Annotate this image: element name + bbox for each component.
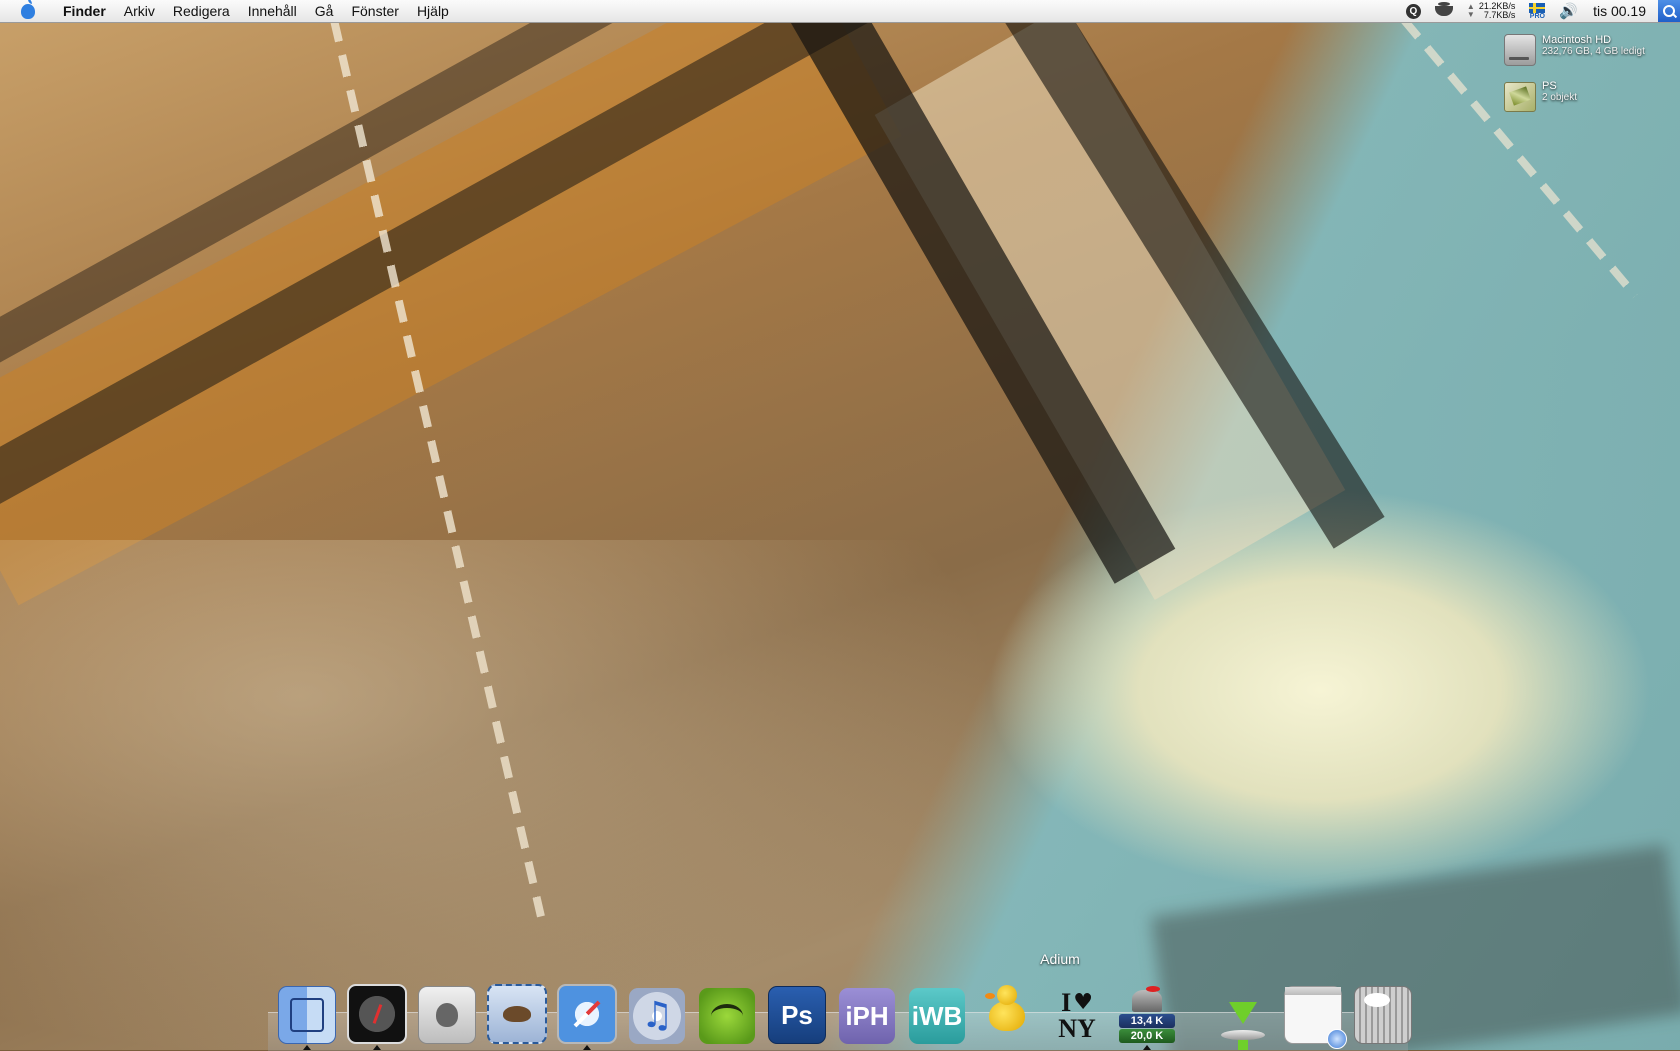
dock-item-mail[interactable] [486, 980, 548, 1044]
dock-item-iwb[interactable]: iWB [906, 980, 968, 1044]
desktop-icon-subtitle: 232,76 GB, 4 GB ledigt [1542, 46, 1645, 57]
dock-tooltip: Adium [1040, 951, 1080, 967]
volume-menu-extra[interactable]: 🔊 [1559, 2, 1578, 20]
menu-ga[interactable]: Gå [306, 0, 343, 22]
apple-icon [21, 0, 35, 19]
caffeine-menu-extra[interactable] [1434, 2, 1453, 16]
spotify-icon [699, 988, 755, 1044]
network-monitor-icon: 13,4 K 20,0 K [1119, 985, 1175, 1044]
itunes-icon: ♫ [629, 988, 685, 1044]
spotlight-icon [1663, 5, 1675, 17]
heart-icon: ♥ [1073, 990, 1093, 1015]
dock-item-finder[interactable] [276, 980, 338, 1050]
running-indicator [583, 1045, 591, 1050]
photoshop-icon: Ps [768, 986, 826, 1044]
desktop-icon-label: PS [1542, 80, 1557, 92]
desktop-icon-label: Macintosh HD [1542, 34, 1612, 46]
flag-badge: PRO [1529, 12, 1545, 20]
dock-item-downloads[interactable] [1212, 980, 1274, 1050]
iwb-label: iWB [911, 1000, 963, 1031]
iwb-icon: iWB [909, 988, 965, 1044]
menu-innehall[interactable]: Innehåll [239, 0, 306, 22]
dock-item-spotify[interactable] [696, 980, 758, 1044]
speaker-icon: 🔊 [1559, 3, 1579, 20]
menu-extras: Q ▲ ▼ 21.2KB/s 7.7KB/s PRO 🔊 tis 00.19 [1399, 0, 1680, 22]
adium-duck-icon [979, 985, 1035, 1044]
trash-icon [1354, 986, 1412, 1044]
desktop-wallpaper [0, 0, 1680, 1050]
coffee-cup-icon [1434, 2, 1453, 16]
hard-drive-icon [1504, 34, 1536, 66]
swedish-flag-icon [1529, 2, 1546, 13]
apple-menu[interactable] [18, 0, 38, 21]
rocket-icon [1132, 985, 1162, 1012]
safari-icon [557, 984, 617, 1044]
quicksilver-menu-extra[interactable]: Q [1405, 3, 1421, 19]
dock-item-photoshop[interactable]: Ps [766, 980, 828, 1044]
menu-redigera[interactable]: Redigera [164, 0, 239, 22]
input-menu-extra[interactable]: PRO [1529, 2, 1546, 20]
desktop-icon-subtitle: 2 objekt [1542, 92, 1578, 103]
desktop-icon-macintosh-hd[interactable]: Macintosh HD 232,76 GB, 4 GB ledigt [1504, 34, 1645, 66]
dashboard-icon [347, 984, 407, 1044]
compass-icon [1327, 1029, 1347, 1049]
i-love-ny-icon: I ♥ NY [1049, 988, 1105, 1044]
dock-item-trash[interactable] [1352, 980, 1414, 1044]
dock-item-system-preferences[interactable] [416, 980, 478, 1044]
dock-item-adium[interactable] [976, 980, 1038, 1044]
dock-item-iph[interactable]: iPH [836, 980, 898, 1044]
iph-label: iPH [845, 1000, 889, 1031]
dock: ♫ Ps iPH iWB I ♥ NY 13,4 K 20,0 K [276, 978, 1414, 1050]
dock-item-dashboard[interactable] [346, 980, 408, 1050]
desktop-icon-ps[interactable]: PS 2 objekt [1504, 80, 1577, 112]
network-down-speed: 7.7KB/s [1483, 10, 1516, 20]
spotlight-button[interactable] [1658, 0, 1680, 22]
downloads-icon [1215, 988, 1271, 1050]
wallpaper-light-area [0, 540, 1000, 1050]
menu-app-finder[interactable]: Finder [54, 0, 115, 22]
running-indicator [373, 1045, 381, 1050]
mail-icon [487, 984, 547, 1044]
menu-clock[interactable]: tis 00.19 [1593, 3, 1646, 19]
menu-bar: Finder Arkiv Redigera Innehåll Gå Fönste… [0, 0, 1680, 23]
dock-item-itunes[interactable]: ♫ [626, 980, 688, 1044]
quicksilver-icon: Q [1405, 3, 1421, 19]
dock-item-safari[interactable] [556, 980, 618, 1050]
menu-fonster[interactable]: Fönster [342, 0, 407, 22]
iny-ny-text: NY [1058, 1014, 1096, 1043]
network-arrows-icon: ▲ ▼ [1466, 2, 1475, 19]
network-download-badge: 20,0 K [1119, 1028, 1175, 1043]
dock-item-i-love-ny[interactable]: I ♥ NY [1046, 980, 1108, 1044]
dock-item-safari-window[interactable] [1282, 980, 1347, 1049]
photoshop-label: Ps [781, 999, 813, 1030]
menu-arkiv[interactable]: Arkiv [115, 0, 164, 22]
network-upload-badge: 13,4 K [1119, 1013, 1175, 1028]
network-speed-readout: 21.2KB/s 7.7KB/s [1479, 2, 1516, 20]
running-indicator [1143, 1045, 1151, 1050]
iny-i-text: I [1061, 988, 1072, 1017]
network-speed-menu-extra[interactable]: ▲ ▼ 21.2KB/s 7.7KB/s [1467, 2, 1515, 20]
system-preferences-icon [418, 986, 476, 1044]
ps-folder-icon [1504, 82, 1536, 112]
iph-icon: iPH [839, 988, 895, 1044]
finder-icon [278, 986, 336, 1044]
menu-hjalp[interactable]: Hjälp [408, 0, 458, 22]
running-indicator [303, 1045, 311, 1050]
dock-item-network-monitor[interactable]: 13,4 K 20,0 K [1116, 980, 1178, 1050]
safari-window-icon [1284, 986, 1347, 1049]
